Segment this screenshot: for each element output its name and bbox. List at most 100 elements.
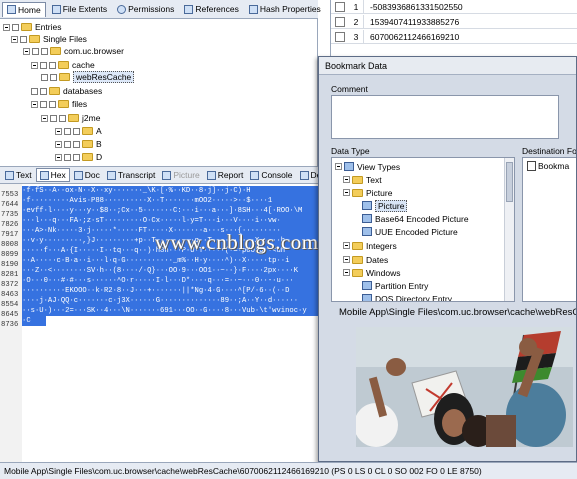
tree-label: files <box>72 99 88 109</box>
checkbox-icon[interactable] <box>335 31 345 42</box>
type-node-base64[interactable]: Base64 Encoded Picture <box>362 212 469 225</box>
type-node-view-types[interactable]: View Types <box>335 160 400 173</box>
expander-icon[interactable] <box>11 35 18 43</box>
expander-icon[interactable] <box>3 23 10 31</box>
checkbox-icon[interactable] <box>41 73 48 81</box>
tab-home[interactable]: Home <box>2 1 46 17</box>
checkbox-icon[interactable] <box>40 61 47 69</box>
checkbox-icon[interactable] <box>40 87 47 95</box>
tree-node-b[interactable]: B <box>55 138 102 150</box>
checkbox-icon[interactable] <box>12 23 19 31</box>
checkbox-icon[interactable] <box>59 114 66 122</box>
scrollbar-thumb[interactable] <box>506 162 513 202</box>
tab-file-extents[interactable]: File Extents <box>48 2 111 17</box>
type-node-dos-directory-entry[interactable]: DOS Directory Entry <box>362 292 452 301</box>
checkbox-icon[interactable] <box>41 47 48 55</box>
checkbox-icon[interactable] <box>73 127 80 135</box>
checkbox-icon[interactable] <box>335 16 345 27</box>
tree-node-files[interactable]: files <box>31 98 87 110</box>
comment-field[interactable] <box>331 95 559 139</box>
expander-icon[interactable] <box>343 176 350 183</box>
entries-grid: 1 -5083936861331502550 2 153940741193388… <box>330 0 577 56</box>
expander-icon[interactable] <box>55 127 62 135</box>
expander-icon[interactable] <box>31 100 38 108</box>
checkbox-icon[interactable] <box>32 47 39 55</box>
tab-picture[interactable]: Picture <box>159 168 202 182</box>
type-tree-scrollbar[interactable] <box>504 158 514 301</box>
tab-permissions[interactable]: Permissions <box>113 2 178 17</box>
expander-icon[interactable] <box>23 47 30 55</box>
comment-label: Comment <box>331 84 368 94</box>
checkbox-icon[interactable] <box>31 87 38 95</box>
row-value: 6070062112466169210 <box>363 29 459 44</box>
type-node-picture[interactable]: Picture <box>343 186 392 199</box>
expander-icon[interactable] <box>343 189 350 196</box>
expander-icon[interactable] <box>55 140 62 148</box>
table-row[interactable]: 2 1539407411933885276 <box>331 14 577 29</box>
expander-icon[interactable] <box>55 153 62 161</box>
row-value: -5083936861331502550 <box>363 0 463 14</box>
tree-node-entries[interactable]: Entries <box>3 21 61 33</box>
tree-node-single-files[interactable]: Single Files <box>11 33 87 45</box>
checkbox-icon[interactable] <box>49 100 56 108</box>
checkbox-icon[interactable] <box>50 114 57 122</box>
hex-view[interactable]: 7553 ·f·fS··A··ox·N··X··xy·······_\K·[·%·… <box>0 184 318 462</box>
expander-icon[interactable] <box>343 256 350 263</box>
tab-hex[interactable]: Hex <box>35 168 70 182</box>
hex-bytes: ·C <box>22 316 46 326</box>
tab-text[interactable]: Text <box>2 168 35 182</box>
checkbox-icon[interactable] <box>64 127 71 135</box>
folder-icon <box>50 47 61 55</box>
type-node-partition-entry[interactable]: Partition Entry <box>362 279 428 292</box>
tree-node-cache[interactable]: cache <box>31 59 95 71</box>
table-row[interactable]: 1 -5083936861331502550 <box>331 0 577 14</box>
tree-node-databases[interactable]: databases <box>31 85 102 97</box>
type-node-picture-child[interactable]: Picture <box>362 199 408 212</box>
checkbox-icon[interactable] <box>64 153 71 161</box>
tab-transcript[interactable]: Transcript <box>104 168 158 182</box>
lock-icon <box>117 4 127 14</box>
tab-hash-properties[interactable]: Hash Properties <box>245 2 325 17</box>
tab-references[interactable]: References <box>180 2 242 17</box>
tree-node-a[interactable]: A <box>55 125 102 137</box>
tree-node-webrescache[interactable]: webResCache <box>41 71 135 83</box>
type-node-integers[interactable]: Integers <box>343 239 397 252</box>
folder-icon <box>352 188 363 197</box>
checkbox-icon[interactable] <box>40 100 47 108</box>
data-type-label: Data Type <box>331 146 370 156</box>
expander-icon[interactable] <box>41 114 48 122</box>
tree-label: webResCache <box>73 71 135 83</box>
view-tab-strip: Text Hex Doc Transcript Picture Report C… <box>0 166 321 184</box>
picture-preview <box>356 327 573 447</box>
type-node-text[interactable]: Text <box>343 173 382 186</box>
picture-icon <box>162 170 172 180</box>
checkbox-icon[interactable] <box>335 1 345 12</box>
type-label: Base64 Encoded Picture <box>375 213 469 224</box>
tab-doc-label: Doc <box>84 170 100 180</box>
checkbox-icon[interactable] <box>64 140 71 148</box>
tab-console[interactable]: Console <box>247 168 295 182</box>
type-label: Text <box>366 174 382 185</box>
checkbox-icon[interactable] <box>50 73 57 81</box>
tree-node-j2me[interactable]: j2me <box>41 112 100 124</box>
checkbox-icon[interactable] <box>73 153 80 161</box>
type-node-dates[interactable]: Dates <box>343 253 388 266</box>
expander-icon[interactable] <box>343 242 350 249</box>
checkbox-icon[interactable] <box>20 35 27 43</box>
destination-bookmarks-node[interactable]: Bookma <box>527 161 569 171</box>
expander-icon[interactable] <box>335 163 342 170</box>
expander-icon[interactable] <box>31 61 38 69</box>
evidence-tree: Entries Single Files com.uc.browser cach… <box>0 19 318 166</box>
tab-report[interactable]: Report <box>204 168 247 182</box>
tab-doc[interactable]: Doc <box>71 168 103 182</box>
checkbox-icon[interactable] <box>49 61 56 69</box>
expander-icon[interactable] <box>343 269 350 276</box>
type-node-windows[interactable]: Windows <box>343 266 400 279</box>
checkbox-icon[interactable] <box>73 140 80 148</box>
tree-node-com-uc-browser[interactable]: com.uc.browser <box>23 45 124 57</box>
tab-hex-label: Hex <box>50 170 66 180</box>
type-node-uue[interactable]: UUE Encoded Picture <box>362 225 458 238</box>
tree-node-d[interactable]: D <box>55 151 102 163</box>
type-label: Windows <box>366 267 401 278</box>
table-row[interactable]: 3 6070062112466169210 <box>331 29 577 44</box>
